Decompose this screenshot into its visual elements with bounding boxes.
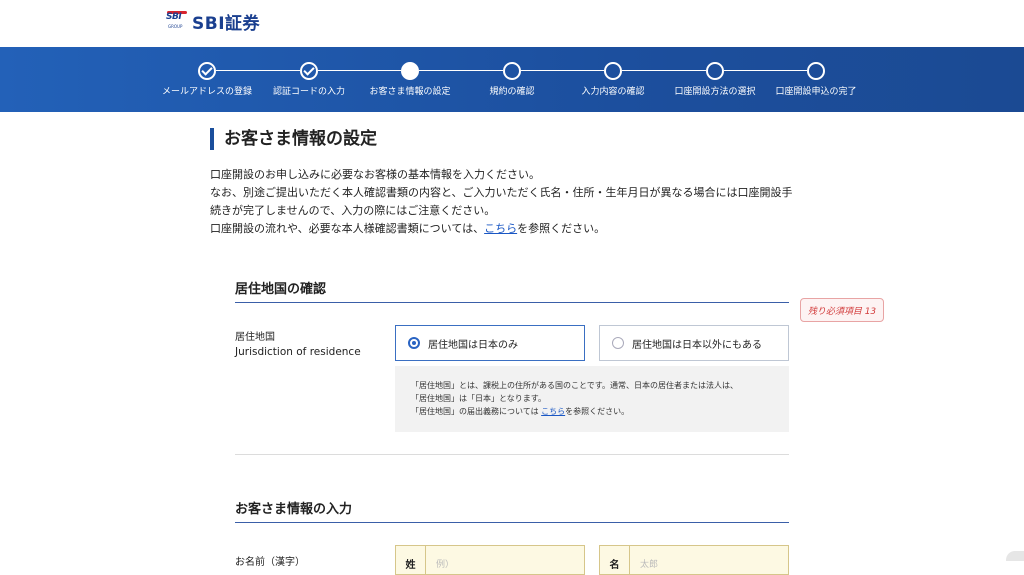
step-6-label: 口座開設方法の選択	[674, 87, 756, 97]
step-7-label: 口座開設申込の完了	[775, 87, 857, 97]
section-divider	[235, 522, 789, 523]
header: SBI GROUP SBI証券	[0, 0, 1024, 47]
intro-text: 口座開設のお申し込みに必要なお客様の基本情報を入力ください。 なお、別途ご提出い…	[210, 168, 793, 235]
residence-note: 「居住地国」とは、課税上の住所がある国のことです。通常、日本の居住者または法人は…	[395, 366, 789, 432]
customer-section-title: お客さま情報の入力	[235, 502, 353, 517]
step-connector	[622, 70, 706, 71]
step-2-check-icon	[300, 62, 318, 80]
step-1-label: メールアドレスの登録	[161, 87, 253, 97]
step-connector	[521, 70, 604, 71]
residence-label: 居住地国 Jurisdiction of residence	[235, 332, 361, 358]
step-1-check-icon	[198, 62, 216, 80]
step-6-circle-icon	[706, 62, 724, 80]
section-divider	[235, 302, 789, 303]
step-3-circle-icon	[401, 62, 419, 80]
intro-link[interactable]: こちら	[484, 222, 517, 235]
radio-selected-icon	[408, 337, 420, 349]
step-connector	[318, 70, 401, 71]
residence-section-title: 居住地国の確認	[235, 282, 327, 297]
scroll-indicator[interactable]	[1006, 551, 1024, 561]
step-3-label: お客さま情報の設定	[369, 87, 451, 97]
radio-unselected-icon	[612, 337, 624, 349]
sei-input[interactable]: 姓 例）	[395, 545, 585, 575]
step-connector	[724, 70, 807, 71]
sbi-logo[interactable]: SBI GROUP SBI証券	[166, 9, 260, 34]
note-link[interactable]: こちら	[541, 407, 565, 416]
step-7-circle-icon	[807, 62, 825, 80]
mei-prefix: 名	[600, 546, 630, 574]
page-title: お客さま情報の設定	[210, 128, 377, 150]
progress-stepper: メールアドレスの登録 認証コードの入力 お客さま情報の設定 規約の確認 入力内容の確認 口…	[0, 47, 1024, 112]
step-5-label: 入力内容の確認	[581, 87, 645, 97]
brand-name: SBI証券	[192, 14, 261, 34]
mei-input[interactable]: 名 太郎	[599, 545, 789, 575]
sei-prefix: 姓	[396, 546, 426, 574]
radio-japan-only[interactable]: 居住地国は日本のみ	[395, 325, 585, 361]
step-connector	[216, 70, 300, 71]
step-4-label: 規約の確認	[489, 87, 535, 97]
step-4-circle-icon	[503, 62, 521, 80]
step-2-label: 認証コードの入力	[272, 87, 346, 97]
sbi-mark-icon: SBI GROUP	[166, 10, 188, 33]
step-5-circle-icon	[604, 62, 622, 80]
step-connector	[419, 70, 503, 71]
section-separator	[235, 454, 789, 455]
radio-other-country[interactable]: 居住地国は日本以外にもある	[599, 325, 789, 361]
remaining-required-badge: 残り必須項目 13	[800, 298, 884, 322]
